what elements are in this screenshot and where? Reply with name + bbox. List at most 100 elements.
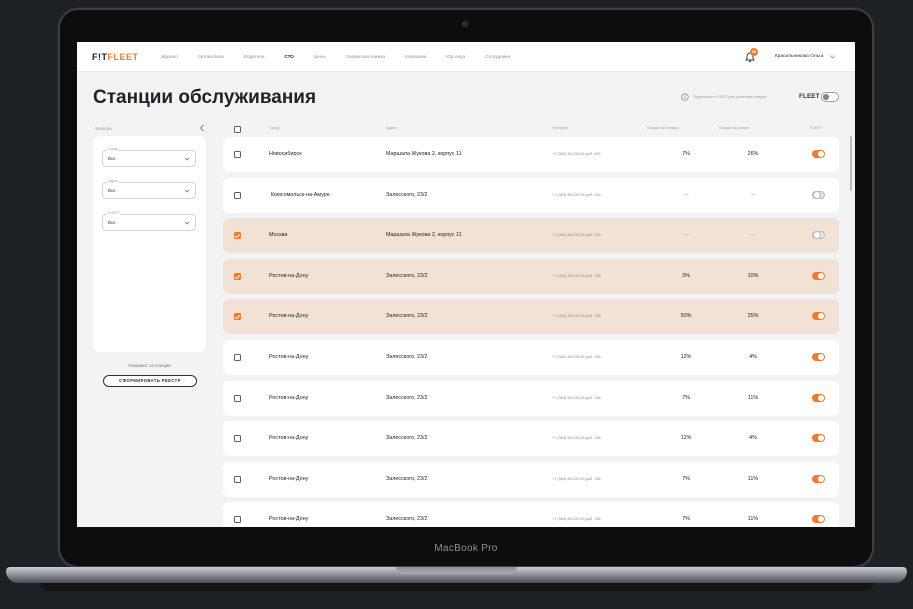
fleet-toggle[interactable] <box>812 231 825 240</box>
row-checkbox[interactable] <box>234 354 241 361</box>
row-checkbox[interactable] <box>234 394 241 402</box>
fleet-toggle[interactable] <box>812 271 825 280</box>
table-row[interactable]: Ростов-на-Дону Залесского, 23/2 +7 (383) 3… <box>223 421 839 457</box>
nav-item[interactable]: Юр.лица <box>446 54 465 59</box>
chevron-down-icon <box>184 221 190 225</box>
laptop-notch <box>396 567 517 574</box>
row-checkbox[interactable] <box>234 516 241 524</box>
goods-discount-cell: 3% <box>682 272 690 279</box>
fleet-global-toggle[interactable] <box>821 92 839 102</box>
table-row[interactable]: Новосибирск Маршала Жукова 2, корпус 11 +7… <box>223 137 839 172</box>
nav-item[interactable]: Сервисная книжка <box>346 54 385 59</box>
city-cell: Ростов-на-Дону <box>269 435 309 442</box>
chevron-left-icon[interactable] <box>199 124 205 132</box>
city-filter-select[interactable]: Город Все <box>102 147 196 167</box>
nav-item[interactable]: Цены <box>314 54 326 59</box>
services-discount-cell: 11% <box>747 516 759 523</box>
table-row[interactable]: Комсомольск-на-Амуре Залесского, 23/2 +7 (… <box>223 177 839 213</box>
fleet-label: FLEET <box>799 93 820 100</box>
fleet-toggle[interactable] <box>812 353 825 361</box>
nav-item[interactable]: СТО <box>284 54 293 59</box>
nav-item[interactable]: Сотрудники <box>485 54 510 59</box>
fleet-toggle[interactable] <box>812 474 825 483</box>
column-header-phone[interactable]: Телефон <box>552 126 568 130</box>
goods-discount-cell: — <box>683 232 689 239</box>
table-row[interactable]: Ростов-на-Дону Залесского, 23/2 +7 (383) 3… <box>223 299 839 335</box>
nav-item[interactable]: Водители <box>244 54 264 59</box>
user-name[interactable]: Красильникова Ольга <box>775 54 823 59</box>
table-row[interactable]: Ростов-на-Дону Залесского, 23/2 +7 (383) 3… <box>223 380 839 416</box>
fleet-info-text: Подключите FLEET для установки скидок <box>693 95 767 99</box>
fleet-filter-select[interactable]: FLEET Все <box>102 211 196 231</box>
services-discount-cell: 25% <box>747 313 759 320</box>
info-icon <box>681 93 689 101</box>
fleet-toggle[interactable] <box>812 393 825 402</box>
table-scrollbar[interactable] <box>850 136 852 191</box>
table-row[interactable]: Ростов-на-Дону Залесского, 23/2 +7 (383) 3… <box>223 461 839 497</box>
column-header-goods-discount[interactable]: Скидка на товары <box>647 126 679 130</box>
address-cell: Залесского, 23/2 <box>386 516 428 523</box>
column-header-fleet[interactable]: FLEET <box>810 126 822 130</box>
select-all-checkbox[interactable] <box>234 126 241 133</box>
fleet-toggle[interactable] <box>812 150 825 158</box>
logo-suffix: FLEET <box>107 52 139 62</box>
column-header-address[interactable]: Адрес <box>386 126 397 130</box>
city-cell: Ростов-на-Дону <box>269 475 309 482</box>
goods-discount-cell: 12% <box>680 354 692 360</box>
row-checkbox[interactable] <box>234 232 241 240</box>
phone-cell: +7 (383) 363-59-55 доб. 788 <box>552 517 601 522</box>
row-checkbox[interactable] <box>234 272 241 280</box>
chevron-down-icon[interactable] <box>829 53 836 60</box>
city-cell: Москва <box>269 232 288 239</box>
goods-discount-cell: 7% <box>682 516 690 523</box>
row-checkbox[interactable] <box>234 191 241 199</box>
city-cell: Ростов-на-Дону <box>269 272 309 279</box>
fleet-toggle[interactable] <box>812 434 825 443</box>
table-row[interactable]: Ростов-на-Дону Залесского, 23/2 +7 (383) 3… <box>223 258 839 294</box>
address-cell: Залесского, 23/2 <box>386 272 428 279</box>
camera-icon <box>462 21 468 27</box>
phone-cell: +7 (383) 363-59-55 доб. 788 <box>552 476 601 481</box>
row-checkbox[interactable] <box>234 435 241 443</box>
phone-cell: +7 (383) 363-59-55 доб. 788 <box>552 355 601 359</box>
nav-item[interactable]: Компании <box>405 54 426 59</box>
row-checkbox[interactable] <box>234 475 241 483</box>
address-cell: Маршала Жукова 2, корпус 11 <box>386 151 462 157</box>
column-header-city[interactable]: Город <box>269 126 279 130</box>
address-cell: Залесского, 23/2 <box>386 475 428 482</box>
goods-discount-cell: 7% <box>682 475 690 482</box>
row-checkbox[interactable] <box>234 151 241 158</box>
generate-register-button[interactable]: СФОРМИРОВАТЬ РЕЕСТР <box>103 375 197 387</box>
nav-item[interactable]: Автомобили <box>198 54 224 59</box>
stations-count-text: Показано: 14 станции <box>128 363 171 368</box>
address-cell: Залесского, 23/2 <box>386 354 428 360</box>
services-discount-cell: 11% <box>747 475 759 482</box>
column-header-services-discount[interactable]: Скидка на услуги <box>719 126 749 130</box>
filters-header: Фильтры <box>95 126 113 131</box>
table-row[interactable]: Ростов-на-Дону Залесского, 23/2 +7 (383) 3… <box>223 502 839 527</box>
city-cell: Ростов-на-Дону <box>269 313 309 320</box>
nav-item[interactable]: Журнал <box>161 54 178 59</box>
address-cell: Залесского, 23/2 <box>386 313 428 320</box>
city-cell: Комсомольск-на-Амуре <box>271 191 330 198</box>
fleet-toggle[interactable] <box>812 515 825 524</box>
row-checkbox[interactable] <box>234 313 241 321</box>
address-cell: Залесского, 23/2 <box>386 435 428 442</box>
services-discount-cell: — <box>750 232 756 239</box>
table-row[interactable]: Москва Маршала Жукова 2, корпус 11 +7 (383… <box>223 218 839 254</box>
services-discount-cell: 4% <box>749 354 757 360</box>
app-logo[interactable]: F!TFLEET <box>92 52 139 62</box>
goods-discount-cell: 7% <box>682 151 690 157</box>
nav-menu: Журнал Автомобили Водители СТО Цены Сервисная… <box>161 54 530 59</box>
fleet-toggle[interactable] <box>812 312 825 321</box>
fleet-toggle[interactable] <box>812 190 825 199</box>
services-discount-cell: 4% <box>749 435 757 442</box>
table-row[interactable]: Ростов-на-Дону Залесского, 23/2 +7 (383) 3… <box>223 340 839 375</box>
phone-cell: +7 (383) 363-59-55 доб. 788 <box>552 273 601 278</box>
phone-cell: +7 (383) 363-59-55 доб. 944 <box>552 152 601 156</box>
address-cell: Залесского, 23/2 <box>386 394 428 401</box>
address-filter-select[interactable]: Адрес Все <box>102 179 196 199</box>
phone-cell: +7 (383) 363-59-55 доб. 946 <box>552 192 601 197</box>
city-cell: Ростов-на-Дону <box>269 516 309 523</box>
goods-discount-cell: — <box>683 191 689 198</box>
